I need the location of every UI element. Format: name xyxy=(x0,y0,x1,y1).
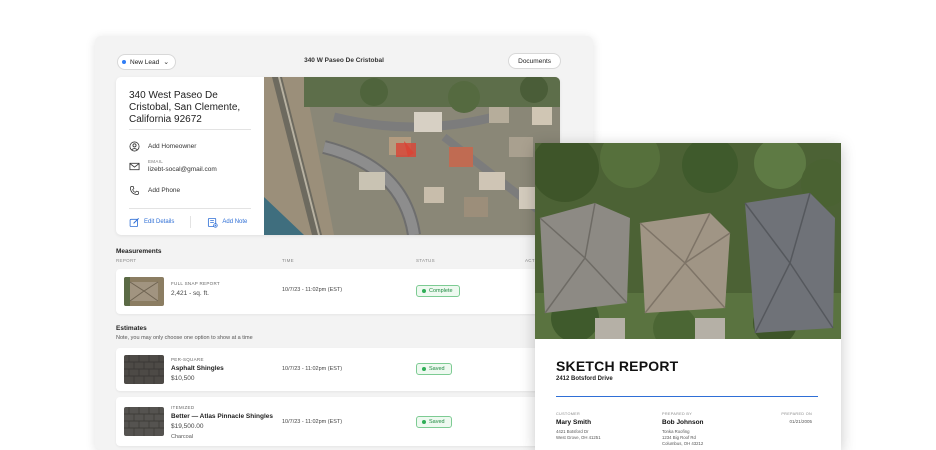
user-circle-icon xyxy=(129,141,140,152)
status-badge-label: Saved xyxy=(429,419,445,425)
status-dot-icon xyxy=(422,289,426,293)
prepared-by-label: PREPARED BY xyxy=(662,412,693,416)
property-card: 340 West Paseo De Cristobal, San Clement… xyxy=(116,77,560,235)
customer-label: CUSTOMER xyxy=(556,412,581,416)
customer-address-line: 4421 Botsford Dr xyxy=(556,429,589,434)
column-header-status: STATUS xyxy=(416,258,435,263)
report-title: SKETCH REPORT xyxy=(556,358,679,374)
status-badge-label: Saved xyxy=(429,366,445,372)
customer-address-line: West Grove, OH 41251 xyxy=(556,435,601,440)
column-header-time: TIME xyxy=(282,258,294,263)
prepared-on-label: PREPARED ON xyxy=(781,412,812,416)
pricing-type-label: ITEMIZED xyxy=(171,405,195,410)
estimate-color: Charcoal xyxy=(171,434,194,440)
status-badge: Saved xyxy=(416,363,452,375)
estimate-price: $19,500.00 xyxy=(171,423,204,430)
measurement-row[interactable]: FULL SNAP REPORT 2,421 - sq. ft. 10/7/23… xyxy=(116,269,560,314)
estimates-note: Note, you may only choose one option to … xyxy=(116,335,253,341)
preparer-company: Tonka Roofing xyxy=(662,429,690,434)
add-note-label: Add Note xyxy=(222,219,248,225)
status-dot-icon xyxy=(422,367,426,371)
add-homeowner-row[interactable]: Add Homeowner xyxy=(129,141,196,152)
prepared-on-date: 01/21/2005 xyxy=(789,419,812,424)
divider xyxy=(190,216,192,228)
add-homeowner-label: Add Homeowner xyxy=(148,143,197,150)
mail-icon xyxy=(129,162,140,170)
estimate-name: Better — Atlas Pinnacle Shingles xyxy=(171,413,273,420)
add-note-button[interactable]: Add Note xyxy=(207,217,247,228)
preparer-address-line: 1234 Big Roof Rd xyxy=(662,435,696,440)
email-label: EMAIL xyxy=(148,159,164,164)
status-badge: Saved xyxy=(416,416,452,428)
measurements-heading: Measurements xyxy=(116,248,162,255)
property-address: 340 West Paseo De Cristobal, San Clement… xyxy=(129,90,241,125)
estimate-time: 10/7/23 - 11:02pm (EST) xyxy=(282,366,343,372)
report-divider xyxy=(556,396,818,398)
shingle-swatch-image xyxy=(124,355,164,384)
report-time: 10/7/23 - 11:02pm (EST) xyxy=(282,287,343,293)
estimate-time: 10/7/23 - 11:02pm (EST) xyxy=(282,419,343,425)
sketch-report-document: SKETCH REPORT 2412 Botsford Drive CUSTOM… xyxy=(535,143,841,450)
documents-button[interactable]: Documents xyxy=(508,53,561,69)
edit-details-button[interactable]: Edit Details xyxy=(129,217,174,228)
shingle-swatch-image xyxy=(124,407,164,436)
add-phone-label: Add Phone xyxy=(148,187,181,194)
preparer-address-line: Columbus, OH 43212 xyxy=(662,441,704,446)
estimate-row[interactable]: ITEMIZED Better — Atlas Pinnacle Shingle… xyxy=(116,397,560,446)
customer-name: Mary Smith xyxy=(556,419,592,426)
roof-aerial-image xyxy=(535,143,841,339)
status-badge: Complete xyxy=(416,285,460,297)
estimate-price: $10,500 xyxy=(171,375,195,382)
estimate-row[interactable]: PER-SQUARE Asphalt Shingles $10,500 10/7… xyxy=(116,348,560,391)
status-badge-label: Complete xyxy=(429,288,453,294)
divider xyxy=(129,208,251,209)
status-dot-icon xyxy=(422,420,426,424)
estimates-heading: Estimates xyxy=(116,325,147,332)
email-row[interactable]: EMAIL lizebt-socal@gmail.com xyxy=(129,159,217,173)
column-header-report: REPORT xyxy=(116,258,137,263)
add-phone-row[interactable]: Add Phone xyxy=(129,185,180,196)
report-type-label: FULL SNAP REPORT xyxy=(171,281,220,286)
email-value: lizebt-socal@gmail.com xyxy=(148,166,217,173)
edit-icon xyxy=(129,217,139,227)
report-area-value: 2,421 - sq. ft. xyxy=(171,290,209,297)
pricing-type-label: PER-SQUARE xyxy=(171,357,204,362)
report-address: 2412 Botsford Drive xyxy=(556,376,613,382)
edit-details-label: Edit Details xyxy=(144,219,175,225)
lead-detail-panel: New Lead ⌄ 340 W Paseo De Cristobal Docu… xyxy=(95,36,593,450)
estimate-name: Asphalt Shingles xyxy=(171,365,224,372)
phone-icon xyxy=(130,186,139,195)
divider xyxy=(129,129,251,130)
aerial-map-image xyxy=(264,77,560,235)
column-header-actions: ACT xyxy=(525,258,535,263)
preparer-name: Bob Johnson xyxy=(662,419,704,426)
note-icon xyxy=(208,217,218,228)
roof-thumbnail-image xyxy=(124,277,164,306)
property-actions: Edit Details Add Note xyxy=(129,216,247,228)
